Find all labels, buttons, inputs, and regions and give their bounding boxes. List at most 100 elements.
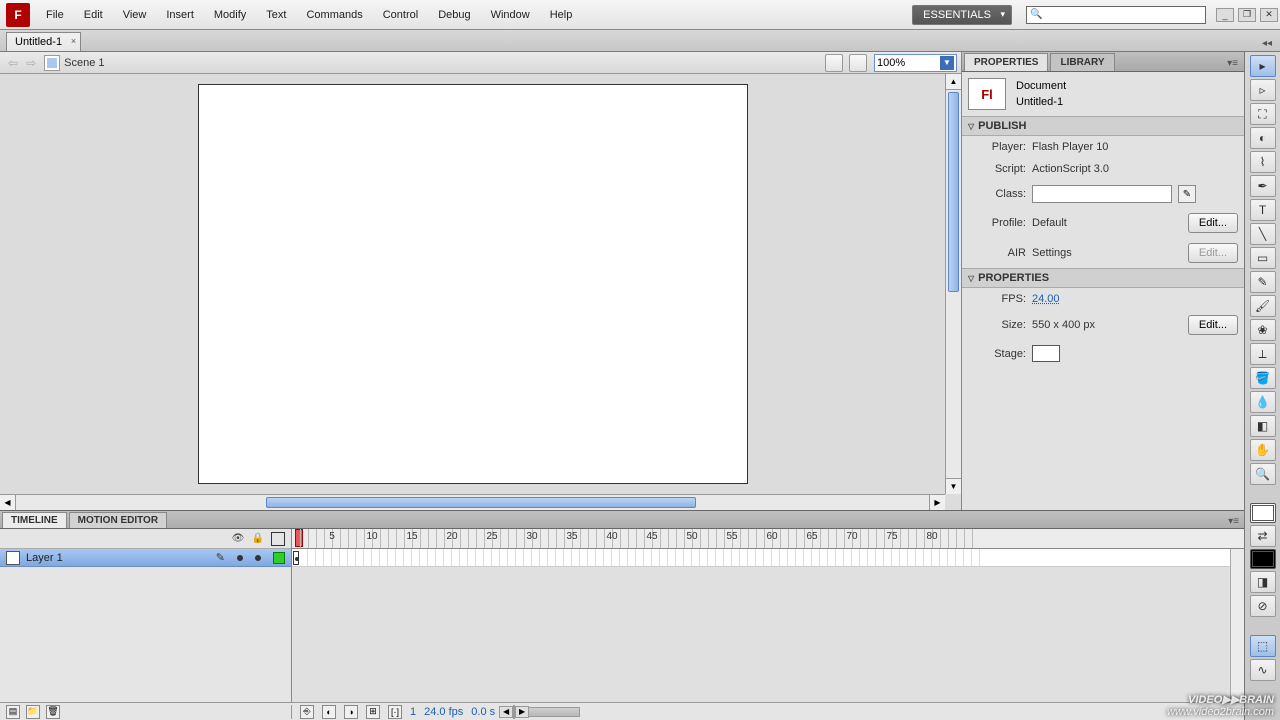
tab-timeline[interactable]: TIMELINE	[2, 512, 67, 528]
scroll-left-icon[interactable]: ◀	[0, 495, 16, 510]
menu-file[interactable]: File	[36, 3, 74, 27]
paint-bucket-tool[interactable]: 🪣	[1250, 367, 1276, 389]
elapsed-time[interactable]: 0.0 s	[471, 706, 495, 718]
scroll-right-icon[interactable]: ▶	[929, 495, 945, 510]
tab-library[interactable]: LIBRARY	[1050, 53, 1114, 71]
no-color-icon[interactable]: ⊘	[1250, 595, 1276, 617]
text-tool[interactable]: T	[1250, 199, 1276, 221]
menu-text[interactable]: Text	[256, 3, 296, 27]
menu-commands[interactable]: Commands	[296, 3, 372, 27]
timeline-menu-icon[interactable]: ▾≡	[1227, 515, 1240, 528]
zoom-tool[interactable]: 🔍	[1250, 463, 1276, 485]
edit-symbol-icon[interactable]	[849, 54, 867, 72]
visibility-icon[interactable]: 👁	[231, 532, 245, 546]
rectangle-tool[interactable]: ▭	[1250, 247, 1276, 269]
scroll-right-icon[interactable]: ▶	[515, 706, 529, 718]
nav-back-icon[interactable]: ⇦	[4, 56, 22, 70]
line-tool[interactable]: ╲	[1250, 223, 1276, 245]
menu-help[interactable]: Help	[540, 3, 583, 27]
outline-icon[interactable]	[271, 532, 285, 546]
close-tab-icon[interactable]: ×	[71, 36, 76, 46]
menu-insert[interactable]: Insert	[156, 3, 204, 27]
layer-visible-dot[interactable]	[237, 555, 243, 561]
eyedropper-tool[interactable]: 💧	[1250, 391, 1276, 413]
close-button[interactable]: ✕	[1260, 8, 1278, 22]
menu-window[interactable]: Window	[481, 3, 540, 27]
section-properties[interactable]: ▽PROPERTIES	[962, 268, 1244, 288]
current-frame[interactable]: 1	[410, 706, 416, 718]
size-edit-button[interactable]: Edit...	[1188, 315, 1238, 335]
hand-tool[interactable]: ✋	[1250, 439, 1276, 461]
onion-outline-icon[interactable]: ◑	[344, 705, 358, 719]
lock-icon[interactable]: 🔒	[251, 532, 265, 546]
workspace-switcher[interactable]: ESSENTIALS	[912, 5, 1012, 25]
layer-name[interactable]: Layer 1	[26, 552, 210, 564]
frame-ruler[interactable]: 5101520253035404550556065707580	[292, 529, 1244, 549]
stroke-color-swatch[interactable]	[1250, 503, 1276, 523]
snap-option[interactable]: ⬚	[1250, 635, 1276, 657]
scroll-left-icon[interactable]: ◀	[499, 706, 513, 718]
stage-color-swatch[interactable]	[1032, 345, 1060, 362]
class-edit-icon[interactable]: ✎	[1178, 185, 1196, 203]
lasso-tool[interactable]: ⌇	[1250, 151, 1276, 173]
deco-tool[interactable]: ❀	[1250, 319, 1276, 341]
delete-layer-button[interactable]: 🗑	[46, 705, 60, 719]
menu-control[interactable]: Control	[373, 3, 428, 27]
profile-edit-button[interactable]: Edit...	[1188, 213, 1238, 233]
frame-row[interactable]	[292, 549, 1244, 567]
layer-row[interactable]: Layer 1 ✎	[0, 549, 291, 567]
tab-motion-editor[interactable]: MOTION EDITOR	[69, 512, 167, 528]
section-publish[interactable]: ▽PUBLISH	[962, 116, 1244, 136]
maximize-button[interactable]: ❐	[1238, 8, 1256, 22]
minimize-button[interactable]: _	[1216, 8, 1234, 22]
swap-colors-icon[interactable]: ⇄	[1250, 525, 1276, 547]
stage-viewport[interactable]: ▲ ▼ ◀ ▶	[0, 74, 961, 510]
stage-hscroll[interactable]: ◀ ▶	[0, 494, 945, 510]
eraser-tool[interactable]: ◧	[1250, 415, 1276, 437]
menu-modify[interactable]: Modify	[204, 3, 256, 27]
modify-markers-icon[interactable]: [·]	[388, 705, 402, 719]
menu-edit[interactable]: Edit	[74, 3, 113, 27]
playhead[interactable]	[295, 529, 303, 547]
timeline-hscroll[interactable]: ◀ ▶	[513, 705, 515, 719]
layer-lock-dot[interactable]	[255, 555, 261, 561]
pencil-tool[interactable]: ✎	[1250, 271, 1276, 293]
document-tab[interactable]: Untitled-1 ×	[6, 32, 81, 51]
menu-view[interactable]: View	[113, 3, 157, 27]
subselection-tool[interactable]: ▹	[1250, 79, 1276, 101]
current-fps[interactable]: 24.0 fps	[424, 706, 463, 718]
vscroll-thumb[interactable]	[948, 92, 959, 292]
tab-properties[interactable]: PROPERTIES	[964, 53, 1048, 71]
zoom-select[interactable]: 100% ▼	[874, 54, 957, 72]
stage-vscroll[interactable]: ▲ ▼	[945, 74, 961, 494]
default-colors-icon[interactable]: ◨	[1250, 571, 1276, 593]
frames-vscroll[interactable]	[1230, 549, 1244, 702]
edit-scene-icon[interactable]	[825, 54, 843, 72]
layer-outline-swatch[interactable]	[273, 552, 285, 564]
panel-menu-icon[interactable]: ▾≡	[1225, 56, 1240, 71]
free-transform-tool[interactable]: ⛶	[1250, 103, 1276, 125]
fps-value[interactable]: 24.00	[1032, 293, 1060, 305]
smooth-option[interactable]: ∿	[1250, 659, 1276, 681]
bone-tool[interactable]: ⟂	[1250, 343, 1276, 365]
3d-rotation-tool[interactable]: ◐	[1250, 127, 1276, 149]
class-input[interactable]	[1032, 185, 1172, 203]
onion-skin-icon[interactable]: ◐	[322, 705, 336, 719]
keyframe[interactable]	[293, 551, 299, 565]
nav-fwd-icon[interactable]: ⇨	[22, 56, 40, 70]
center-frame-icon[interactable]: ⎆	[300, 705, 314, 719]
scroll-up-icon[interactable]: ▲	[946, 74, 961, 90]
scroll-down-icon[interactable]: ▼	[946, 478, 961, 494]
edit-multi-icon[interactable]: ⊞	[366, 705, 380, 719]
selection-tool[interactable]: ▸	[1250, 55, 1276, 77]
brush-tool[interactable]: 🖌	[1250, 295, 1276, 317]
search-input[interactable]: 🔍	[1026, 6, 1206, 24]
menu-debug[interactable]: Debug	[428, 3, 480, 27]
search-field[interactable]	[1046, 9, 1202, 21]
collapse-panels-icon[interactable]: ◂◂	[1260, 36, 1274, 51]
new-folder-button[interactable]: 📁	[26, 705, 40, 719]
fill-color-swatch[interactable]	[1250, 549, 1276, 569]
pen-tool[interactable]: ✒	[1250, 175, 1276, 197]
new-layer-button[interactable]: ▤	[6, 705, 20, 719]
stage-canvas[interactable]	[198, 84, 748, 484]
